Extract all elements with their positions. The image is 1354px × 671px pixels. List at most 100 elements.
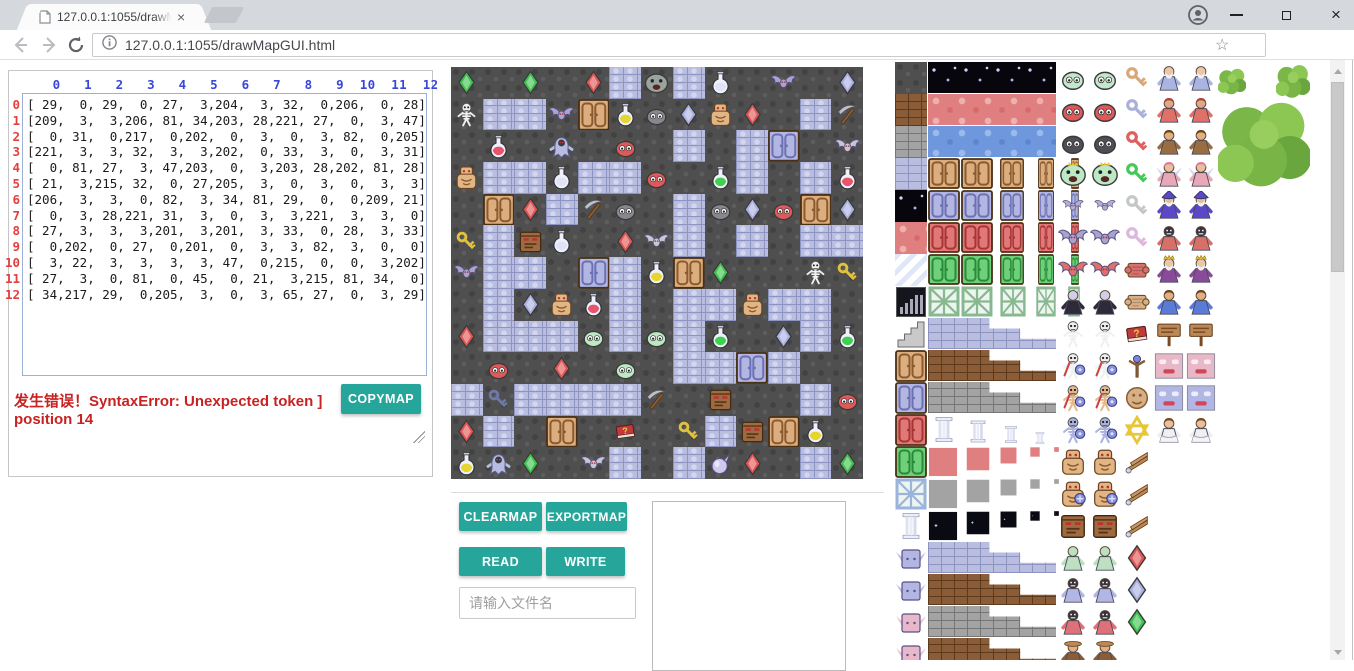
tileset-cell-key-pink[interactable] [1122,223,1152,253]
tileset-cell-doorrow-red[interactable] [961,222,993,253]
map-tile-r4-c12[interactable] [831,194,863,226]
tileset-cell-gem-green2[interactable] [1122,607,1152,637]
map-tile-r7-c3[interactable] [546,289,578,321]
tileset-cell-king[interactable] [1186,255,1216,285]
exportmap-button[interactable]: EXPORTMAP [546,502,627,531]
map-tile-r0-c1[interactable] [483,67,515,99]
map-tile-r8-c5[interactable] [609,321,641,353]
tileset-cell-slime-red2[interactable] [1058,95,1088,125]
map-tile-r8-c1[interactable] [483,321,515,353]
map-tile-r3-c1[interactable] [483,162,515,194]
tileset-cell-bars[interactable] [895,286,927,318]
tileset-cell-brick-brown[interactable] [895,94,927,126]
map-tile-r5-c9[interactable] [736,225,768,257]
tileset-cell-starfield[interactable] [895,190,927,222]
map-tile-r6-c10[interactable] [768,257,800,289]
tileset-cell-lava[interactable] [895,222,927,254]
map-tile-r8-c12[interactable] [831,321,863,353]
map-tile-r5-c6[interactable] [641,225,673,257]
map-tile-r6-c5[interactable] [609,257,641,289]
map-tile-r12-c11[interactable] [800,447,832,479]
copymap-button[interactable]: COPYMAP [341,384,421,414]
tileset-cell-ghost-red[interactable] [1058,607,1088,637]
tileset-cell-pillarrow[interactable] [928,414,960,445]
tileset-cell-flydoor-pink[interactable] [895,638,927,660]
map-tile-r7-c6[interactable] [641,289,673,321]
tileset-cell-bat-red[interactable] [1058,255,1088,285]
tileset-cell-wall[interactable] [895,158,927,190]
map-tile-r4-c4[interactable] [578,194,610,226]
tileset-cell-bat-small[interactable] [1058,191,1088,221]
tileset-cell-slime-pale[interactable] [1090,63,1120,93]
map-tile-r4-c10[interactable] [768,194,800,226]
map-tile-r2-c2[interactable] [514,130,546,162]
map-tile-r10-c7[interactable] [673,384,705,416]
map-tile-r11-c8[interactable] [705,416,737,448]
tileset-cell-vampire[interactable] [1058,287,1088,317]
tileset-cell-golem-shield[interactable] [1090,479,1120,509]
tileset-cell-slime-crown[interactable] [1058,159,1088,189]
tileset-cell-wallface-pink[interactable] [1186,351,1216,381]
tileset-cell-priest-red[interactable] [1154,95,1184,125]
map-tile-r2-c7[interactable] [673,130,705,162]
map-tile-r1-c0[interactable] [451,99,483,131]
write-button[interactable]: WRITE [546,547,625,576]
map-tile-r5-c0[interactable] [451,225,483,257]
scrollbar-up-arrow[interactable] [1330,64,1345,79]
tileset-cell-doorrow-tan[interactable] [961,158,993,189]
tileset-cell-key-red[interactable] [1122,127,1152,157]
tileset-cell-hatguy[interactable] [1058,639,1088,660]
tileset-cell-scroll-red[interactable] [1122,255,1152,285]
map-tile-r1-c6[interactable] [641,99,673,131]
tileset-cell-wallface-blue[interactable] [1186,383,1216,413]
map-tile-r8-c8[interactable] [705,321,737,353]
tileset-cell-skeleton-w[interactable] [1058,319,1088,349]
map-tile-r10-c12[interactable] [831,384,863,416]
map-tile-r12-c7[interactable] [673,447,705,479]
tileset-cell-flydoor-blue[interactable] [895,574,927,606]
tileset-cell-skeleton-orange[interactable] [1090,383,1120,413]
map-tile-r5-c7[interactable] [673,225,705,257]
tileset-cell-vampire[interactable] [1090,287,1120,317]
tileset-cell-hero[interactable] [1186,287,1216,317]
tileset-cell-squares-gray[interactable] [1000,479,1017,496]
map-tile-r0-c0[interactable] [451,67,483,99]
map-canvas[interactable]: ? [451,67,863,479]
map-tile-r1-c7[interactable] [673,99,705,131]
map-tile-r2-c5[interactable] [609,130,641,162]
map-tile-r4-c11[interactable] [800,194,832,226]
tileset-cell-skullpriest[interactable] [1186,223,1216,253]
tileset-cell-hatguy[interactable] [1090,639,1120,660]
map-tile-r0-c7[interactable] [673,67,705,99]
tileset-cell-skeleton-shield[interactable] [1058,351,1088,381]
tileset-cell-water[interactable] [928,126,1056,157]
map-tile-r2-c12[interactable] [831,130,863,162]
tileset-cell-floor[interactable] [895,62,927,94]
tileset-cell-pillarrow[interactable] [964,418,992,445]
map-tile-r5-c5[interactable] [609,225,641,257]
map-tile-r10-c8[interactable] [705,384,737,416]
tileset-cell-squares-black[interactable] [1000,511,1017,528]
map-tile-r11-c11[interactable] [800,416,832,448]
map-tile-r2-c11[interactable] [800,130,832,162]
browser-tab[interactable]: 127.0.0.1:1055/drawMa × [30,4,198,30]
map-tile-r9-c3[interactable] [546,352,578,384]
filename-input[interactable] [459,587,636,619]
read-button[interactable]: READ [459,547,542,576]
minimize-button[interactable] [1226,5,1246,25]
map-tile-r12-c1[interactable] [483,447,515,479]
tileset-cell-ghost-blue[interactable] [1058,575,1088,605]
map-tile-r7-c1[interactable] [483,289,515,321]
map-tile-r5-c10[interactable] [768,225,800,257]
map-tile-r12-c5[interactable] [609,447,641,479]
tileset-cell-doorrow-green[interactable] [928,254,960,285]
tileset-cell-squares-red[interactable] [966,447,990,471]
tileset-cell-elder[interactable] [1154,63,1184,93]
tileset-cell-gem-red2[interactable] [1122,543,1152,573]
tileset-cell-steps-blue[interactable] [928,318,1056,349]
map-tile-r7-c11[interactable] [800,289,832,321]
tileset-cell-tiki2[interactable] [1058,511,1088,541]
map-tile-r0-c5[interactable] [609,67,641,99]
map-tile-r5-c8[interactable] [705,225,737,257]
map-tile-r0-c10[interactable] [768,67,800,99]
